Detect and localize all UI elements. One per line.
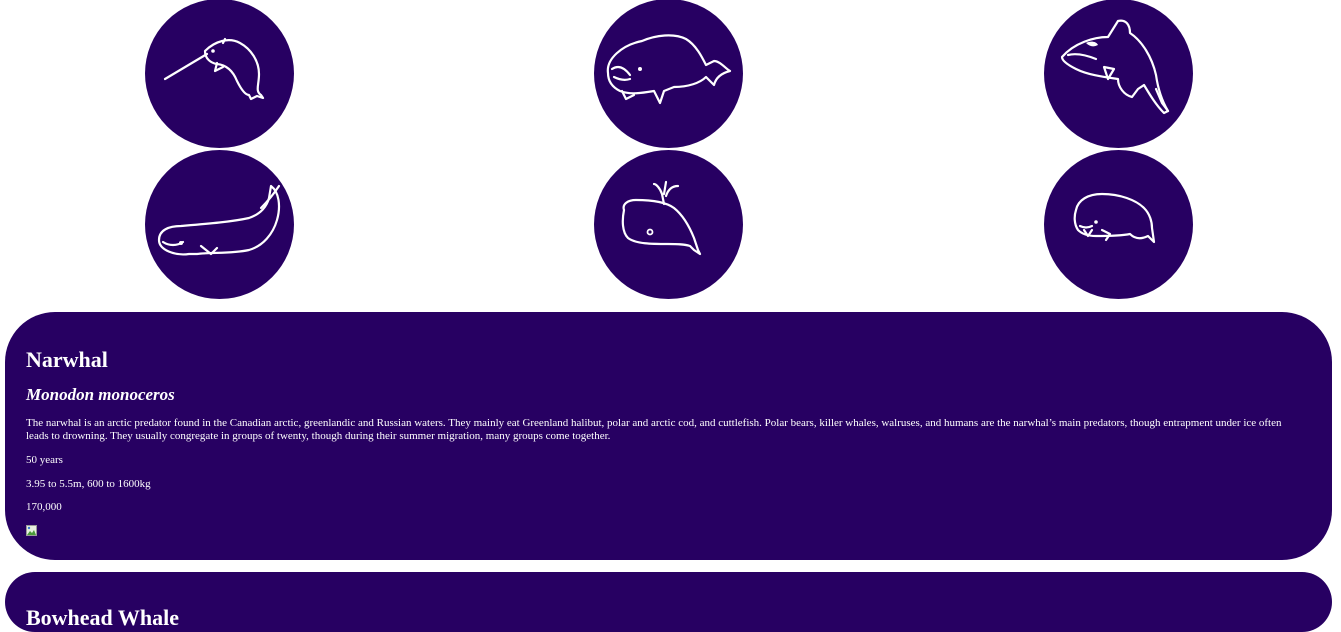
narwhal-icon	[163, 37, 265, 101]
spouting-whale-button[interactable]	[594, 150, 743, 299]
sperm-whale-icon	[1073, 192, 1156, 244]
beluga-icon	[157, 184, 281, 256]
whale-gallery	[0, 0, 1341, 300]
broken-image-icon	[26, 525, 37, 536]
species-scientific-name: Monodon monoceros	[26, 385, 175, 404]
narwhal-button[interactable]	[145, 0, 294, 148]
bowhead-whale-icon	[606, 34, 732, 105]
orca-button[interactable]	[1044, 0, 1193, 148]
orca-icon	[1060, 19, 1170, 115]
bowhead-whale-button[interactable]	[594, 0, 743, 148]
species-name: Bowhead Whale	[26, 605, 180, 630]
species-population: 170,000	[26, 501, 62, 513]
spouting-whale-icon	[621, 180, 702, 256]
sperm-whale-button[interactable]	[1044, 150, 1193, 299]
species-lifespan: 50 years	[26, 454, 63, 466]
species-card-narwhal: Narwhal Monodon monoceros The narwhal is…	[5, 312, 1332, 560]
species-card-bowhead-whale: Bowhead Whale	[5, 572, 1332, 632]
beluga-button[interactable]	[145, 150, 294, 299]
species-name: Narwhal	[26, 347, 108, 372]
species-description: The narwhal is an arctic predator found …	[26, 417, 1282, 442]
species-size: 3.95 to 5.5m, 600 to 1600kg	[26, 478, 151, 490]
